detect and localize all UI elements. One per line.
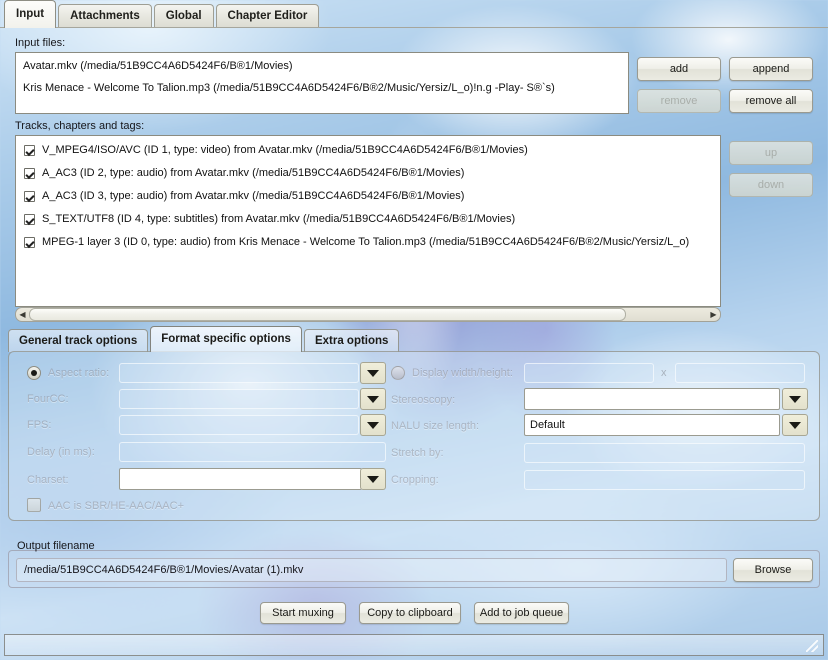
- tab-underline: [0, 27, 828, 28]
- display-height-input: [675, 363, 805, 383]
- add-button[interactable]: add: [637, 57, 721, 81]
- dimension-separator: x: [661, 367, 667, 379]
- chevron-down-icon: [367, 395, 379, 403]
- track-label: A_AC3 (ID 3, type: audio) from Avatar.mk…: [42, 190, 465, 202]
- add-to-job-queue-button[interactable]: Add to job queue: [474, 602, 569, 624]
- nalu-size-length-dropdown-arrow[interactable]: [782, 414, 808, 436]
- fourcc-dropdown-arrow: [360, 388, 386, 410]
- stereoscopy-dropdown-arrow[interactable]: [782, 388, 808, 410]
- track-label: A_AC3 (ID 2, type: audio) from Avatar.mk…: [42, 167, 465, 179]
- nalu-size-length-label: NALU size length:: [391, 420, 480, 432]
- options-tabstrip: General track options Format specific op…: [8, 326, 401, 352]
- move-up-button: up: [729, 141, 813, 165]
- track-label: MPEG-1 layer 3 (ID 0, type: audio) from …: [42, 236, 690, 248]
- table-row[interactable]: A_AC3 (ID 2, type: audio) from Avatar.mk…: [16, 165, 720, 181]
- list-item[interactable]: Avatar.mkv (/media/51B9CC4A6D5424F6/B®1/…: [16, 57, 628, 75]
- remove-button: remove: [637, 89, 721, 113]
- resize-grip-icon[interactable]: [806, 640, 818, 652]
- tracks-horizontal-scrollbar[interactable]: ◀ ▶: [15, 307, 721, 322]
- tab-general-track-options[interactable]: General track options: [8, 329, 149, 352]
- fps-input: [119, 415, 359, 435]
- tab-global[interactable]: Global: [153, 4, 214, 28]
- track-label: S_TEXT/UTF8 (ID 4, type: subtitles) from…: [42, 213, 516, 225]
- cropping-label: Cropping:: [391, 474, 439, 486]
- track-checkbox[interactable]: [24, 236, 35, 248]
- display-width-height-label: Display width/height:: [412, 367, 513, 379]
- aspect-ratio-label: Aspect ratio:: [48, 367, 110, 379]
- fps-label: FPS:: [27, 419, 52, 431]
- list-item[interactable]: Kris Menace - Welcome To Talion.mp3 (/me…: [16, 79, 628, 97]
- chevron-down-icon: [789, 395, 801, 403]
- aac-sbr-label: AAC is SBR/HE-AAC/AAC+: [48, 500, 185, 512]
- browse-button[interactable]: Browse: [733, 558, 813, 582]
- nalu-size-length-combobox[interactable]: Default: [524, 414, 780, 436]
- scrollbar-thumb[interactable]: [29, 308, 626, 321]
- tracks-label: Tracks, chapters and tags:: [15, 120, 145, 132]
- delay-label: Delay (in ms):: [27, 446, 95, 458]
- charset-dropdown-arrow[interactable]: [360, 468, 386, 490]
- stretch-by-input: [524, 443, 805, 463]
- fps-dropdown-arrow: [360, 414, 386, 436]
- input-files-list[interactable]: Avatar.mkv (/media/51B9CC4A6D5424F6/B®1/…: [15, 52, 629, 114]
- chevron-down-icon: [367, 369, 379, 377]
- chevron-down-icon: [367, 475, 379, 483]
- table-row[interactable]: S_TEXT/UTF8 (ID 4, type: subtitles) from…: [16, 211, 720, 227]
- tab-attachments[interactable]: Attachments: [58, 4, 152, 28]
- aspect-ratio-dropdown-arrow: [360, 362, 386, 384]
- charset-combobox[interactable]: [119, 468, 362, 490]
- track-checkbox[interactable]: [24, 213, 35, 225]
- tab-extra-options[interactable]: Extra options: [303, 329, 400, 352]
- stretch-by-label: Stretch by:: [391, 447, 444, 459]
- charset-label: Charset:: [27, 474, 69, 486]
- output-filename-title: Output filename: [17, 540, 95, 552]
- tab-format-specific-options[interactable]: Format specific options: [150, 326, 302, 352]
- table-row[interactable]: V_MPEG4/ISO/AVC (ID 1, type: video) from…: [16, 142, 720, 158]
- chevron-down-icon: [789, 421, 801, 429]
- main-tabstrip: Input Attachments Global Chapter Editor: [0, 0, 828, 28]
- scrollbar-track[interactable]: [29, 308, 707, 321]
- tracks-list[interactable]: V_MPEG4/ISO/AVC (ID 1, type: video) from…: [15, 135, 721, 307]
- table-row[interactable]: A_AC3 (ID 3, type: audio) from Avatar.mk…: [16, 188, 720, 204]
- track-label: V_MPEG4/ISO/AVC (ID 1, type: video) from…: [42, 144, 528, 156]
- aspect-ratio-radio: [27, 366, 41, 380]
- tab-chapter-editor[interactable]: Chapter Editor: [215, 4, 320, 28]
- append-button[interactable]: append: [729, 57, 813, 81]
- fourcc-label: FourCC:: [27, 393, 69, 405]
- display-dimensions-radio: [391, 366, 405, 380]
- delay-input: [119, 442, 386, 462]
- aac-sbr-checkbox: [27, 498, 41, 512]
- stereoscopy-combobox[interactable]: [524, 388, 780, 410]
- output-filename-input[interactable]: /media/51B9CC4A6D5424F6/B®1/Movies/Avata…: [16, 558, 727, 582]
- move-down-button: down: [729, 173, 813, 197]
- tab-input[interactable]: Input: [4, 0, 57, 28]
- table-row[interactable]: MPEG-1 layer 3 (ID 0, type: audio) from …: [16, 234, 720, 250]
- display-width-input: [524, 363, 654, 383]
- chevron-down-icon: [367, 421, 379, 429]
- track-checkbox[interactable]: [24, 190, 35, 202]
- stereoscopy-label: Stereoscopy:: [391, 394, 456, 406]
- copy-to-clipboard-button[interactable]: Copy to clipboard: [359, 602, 461, 624]
- remove-all-button[interactable]: remove all: [729, 89, 813, 113]
- scroll-left-arrow-icon[interactable]: ◀: [16, 308, 29, 321]
- aspect-ratio-input: [119, 363, 359, 383]
- cropping-input: [524, 470, 805, 490]
- fourcc-input: [119, 389, 359, 409]
- input-files-label: Input files:: [15, 37, 66, 49]
- scroll-right-arrow-icon[interactable]: ▶: [707, 308, 720, 321]
- track-checkbox[interactable]: [24, 144, 35, 156]
- track-checkbox[interactable]: [24, 167, 35, 179]
- status-bar: [4, 634, 824, 656]
- start-muxing-button[interactable]: Start muxing: [260, 602, 346, 624]
